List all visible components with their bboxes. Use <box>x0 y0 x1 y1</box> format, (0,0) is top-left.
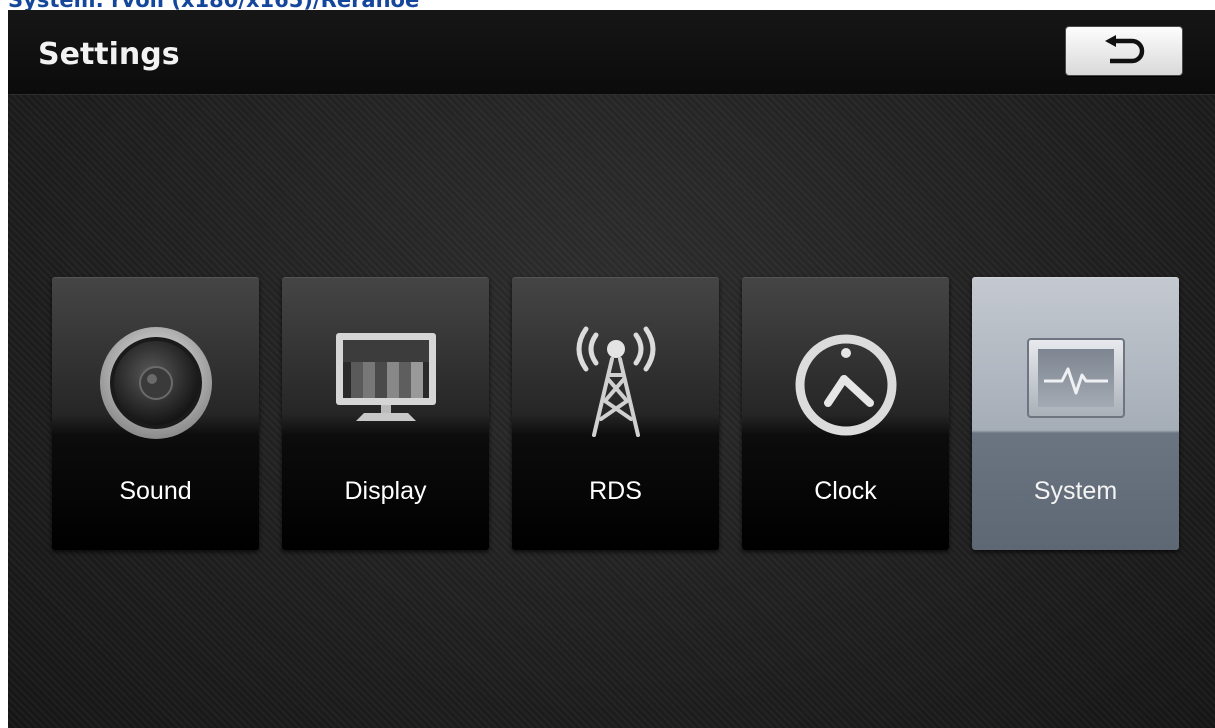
clock-label: Clock <box>814 477 877 505</box>
clock-icon <box>795 334 896 436</box>
display-label: Display <box>344 477 427 505</box>
back-arrow-icon <box>1105 35 1145 64</box>
rds-tile[interactable]: RDS <box>512 277 719 550</box>
system-monitor-icon <box>1026 338 1125 418</box>
page-title: Settings <box>38 37 180 72</box>
display-tile[interactable]: Display <box>282 277 489 550</box>
system-tile[interactable]: System <box>972 277 1179 550</box>
monitor-icon <box>335 333 436 421</box>
antenna-tower-icon <box>576 326 655 437</box>
sound-label: Sound <box>119 477 192 505</box>
clock-tile[interactable]: Clock <box>742 277 949 550</box>
header-bar: Settings <box>8 10 1215 95</box>
rds-label: RDS <box>589 477 642 505</box>
settings-screen: Settings Sound Display RDS Clock System <box>8 10 1215 728</box>
system-label: System <box>1033 477 1118 505</box>
back-button[interactable] <box>1065 26 1183 76</box>
speaker-icon <box>99 327 212 439</box>
sound-tile[interactable]: Sound <box>52 277 259 550</box>
